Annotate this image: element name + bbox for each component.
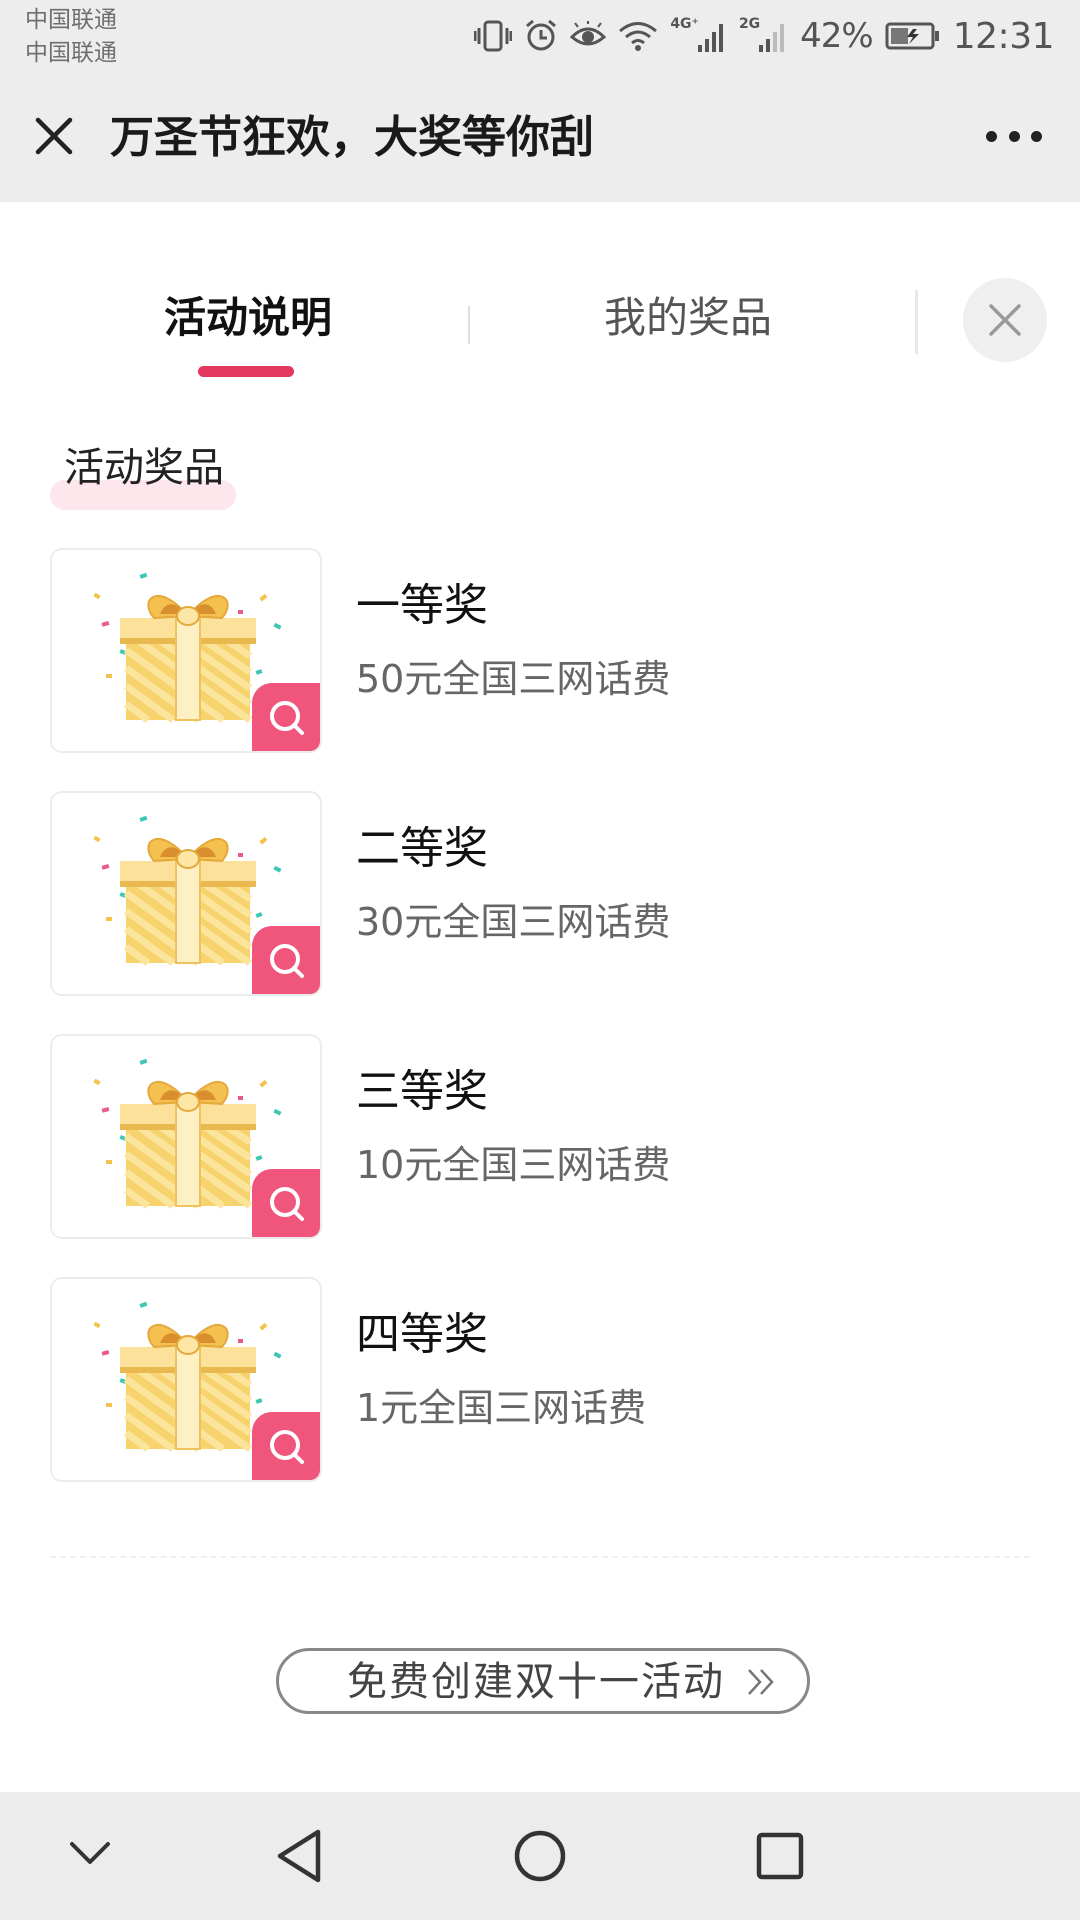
vibrate-icon bbox=[474, 19, 513, 53]
home-circle-icon[interactable] bbox=[510, 1792, 570, 1920]
carrier-label-2: 中国联通 bbox=[25, 40, 117, 66]
zoom-icon[interactable] bbox=[252, 683, 320, 751]
battery-charging-icon bbox=[885, 21, 941, 51]
tab-divider bbox=[915, 290, 918, 354]
prize-item[interactable]: 一等奖 50元全国三网话费 bbox=[50, 548, 1030, 753]
network-type-2: 2G bbox=[738, 16, 761, 32]
tab-activity-info[interactable]: 活动说明 bbox=[164, 290, 332, 346]
cta-label: 免费创建双十一活动 bbox=[347, 1659, 725, 1705]
battery-percent: 42% bbox=[800, 16, 874, 56]
section-heading: 活动奖品 bbox=[64, 445, 224, 491]
panel-close-button[interactable] bbox=[963, 278, 1047, 362]
network-type-1: 4G⁺ bbox=[670, 16, 699, 32]
prize-item[interactable]: 二等奖 30元全国三网话费 bbox=[50, 791, 1030, 996]
prize-description: 1元全国三网话费 bbox=[356, 1386, 647, 1430]
eye-icon bbox=[570, 21, 607, 51]
carrier-label-1: 中国联通 bbox=[25, 7, 117, 33]
prize-thumbnail[interactable] bbox=[50, 1277, 322, 1482]
status-time: 12:31 bbox=[952, 15, 1055, 57]
system-nav-bar bbox=[0, 1792, 1080, 1920]
prize-thumbnail[interactable] bbox=[50, 548, 322, 753]
double-chevron-right-icon bbox=[745, 1667, 777, 1701]
recents-square-icon[interactable] bbox=[750, 1792, 810, 1920]
prize-description: 50元全国三网话费 bbox=[356, 657, 671, 701]
prize-name: 四等奖 bbox=[356, 1309, 488, 1360]
prize-name: 一等奖 bbox=[356, 580, 488, 631]
tab-bar: 活动说明 我的奖品 bbox=[0, 270, 1080, 380]
back-triangle-icon[interactable] bbox=[270, 1792, 330, 1920]
prize-description: 30元全国三网话费 bbox=[356, 900, 671, 944]
prize-name: 三等奖 bbox=[356, 1066, 488, 1117]
page-title: 万圣节狂欢，大奖等你刮 bbox=[110, 112, 594, 163]
zoom-icon[interactable] bbox=[252, 1412, 320, 1480]
create-activity-button[interactable]: 免费创建双十一活动 bbox=[276, 1648, 810, 1714]
more-icon[interactable] bbox=[986, 124, 1042, 148]
signal-icon bbox=[697, 19, 727, 53]
title-bar: 万圣节狂欢，大奖等你刮 bbox=[0, 72, 1080, 202]
alarm-icon bbox=[524, 19, 558, 53]
close-icon bbox=[989, 304, 1021, 336]
prize-thumbnail[interactable] bbox=[50, 791, 322, 996]
chevron-down-icon[interactable] bbox=[60, 1792, 120, 1920]
tab-divider bbox=[468, 306, 470, 344]
zoom-icon[interactable] bbox=[252, 926, 320, 994]
zoom-icon[interactable] bbox=[252, 1169, 320, 1237]
section-heading-wrap: 活动奖品 bbox=[50, 440, 236, 510]
signal-icon bbox=[758, 19, 788, 53]
dashed-divider bbox=[50, 1556, 1030, 1558]
active-tab-indicator bbox=[198, 366, 294, 377]
prize-description: 10元全国三网话费 bbox=[356, 1143, 671, 1187]
status-bar: 中国联通 中国联通 4G⁺ 2G 42% 12:31 bbox=[0, 0, 1080, 72]
prize-name: 二等奖 bbox=[356, 823, 488, 874]
prize-item[interactable]: 三等奖 10元全国三网话费 bbox=[50, 1034, 1030, 1239]
wifi-icon bbox=[618, 20, 658, 52]
status-icons: 4G⁺ 2G 42% 12:31 bbox=[474, 14, 1055, 58]
prize-item[interactable]: 四等奖 1元全国三网话费 bbox=[50, 1277, 1030, 1482]
close-icon[interactable] bbox=[30, 112, 78, 160]
prize-thumbnail[interactable] bbox=[50, 1034, 322, 1239]
tab-my-prizes[interactable]: 我的奖品 bbox=[604, 290, 772, 346]
